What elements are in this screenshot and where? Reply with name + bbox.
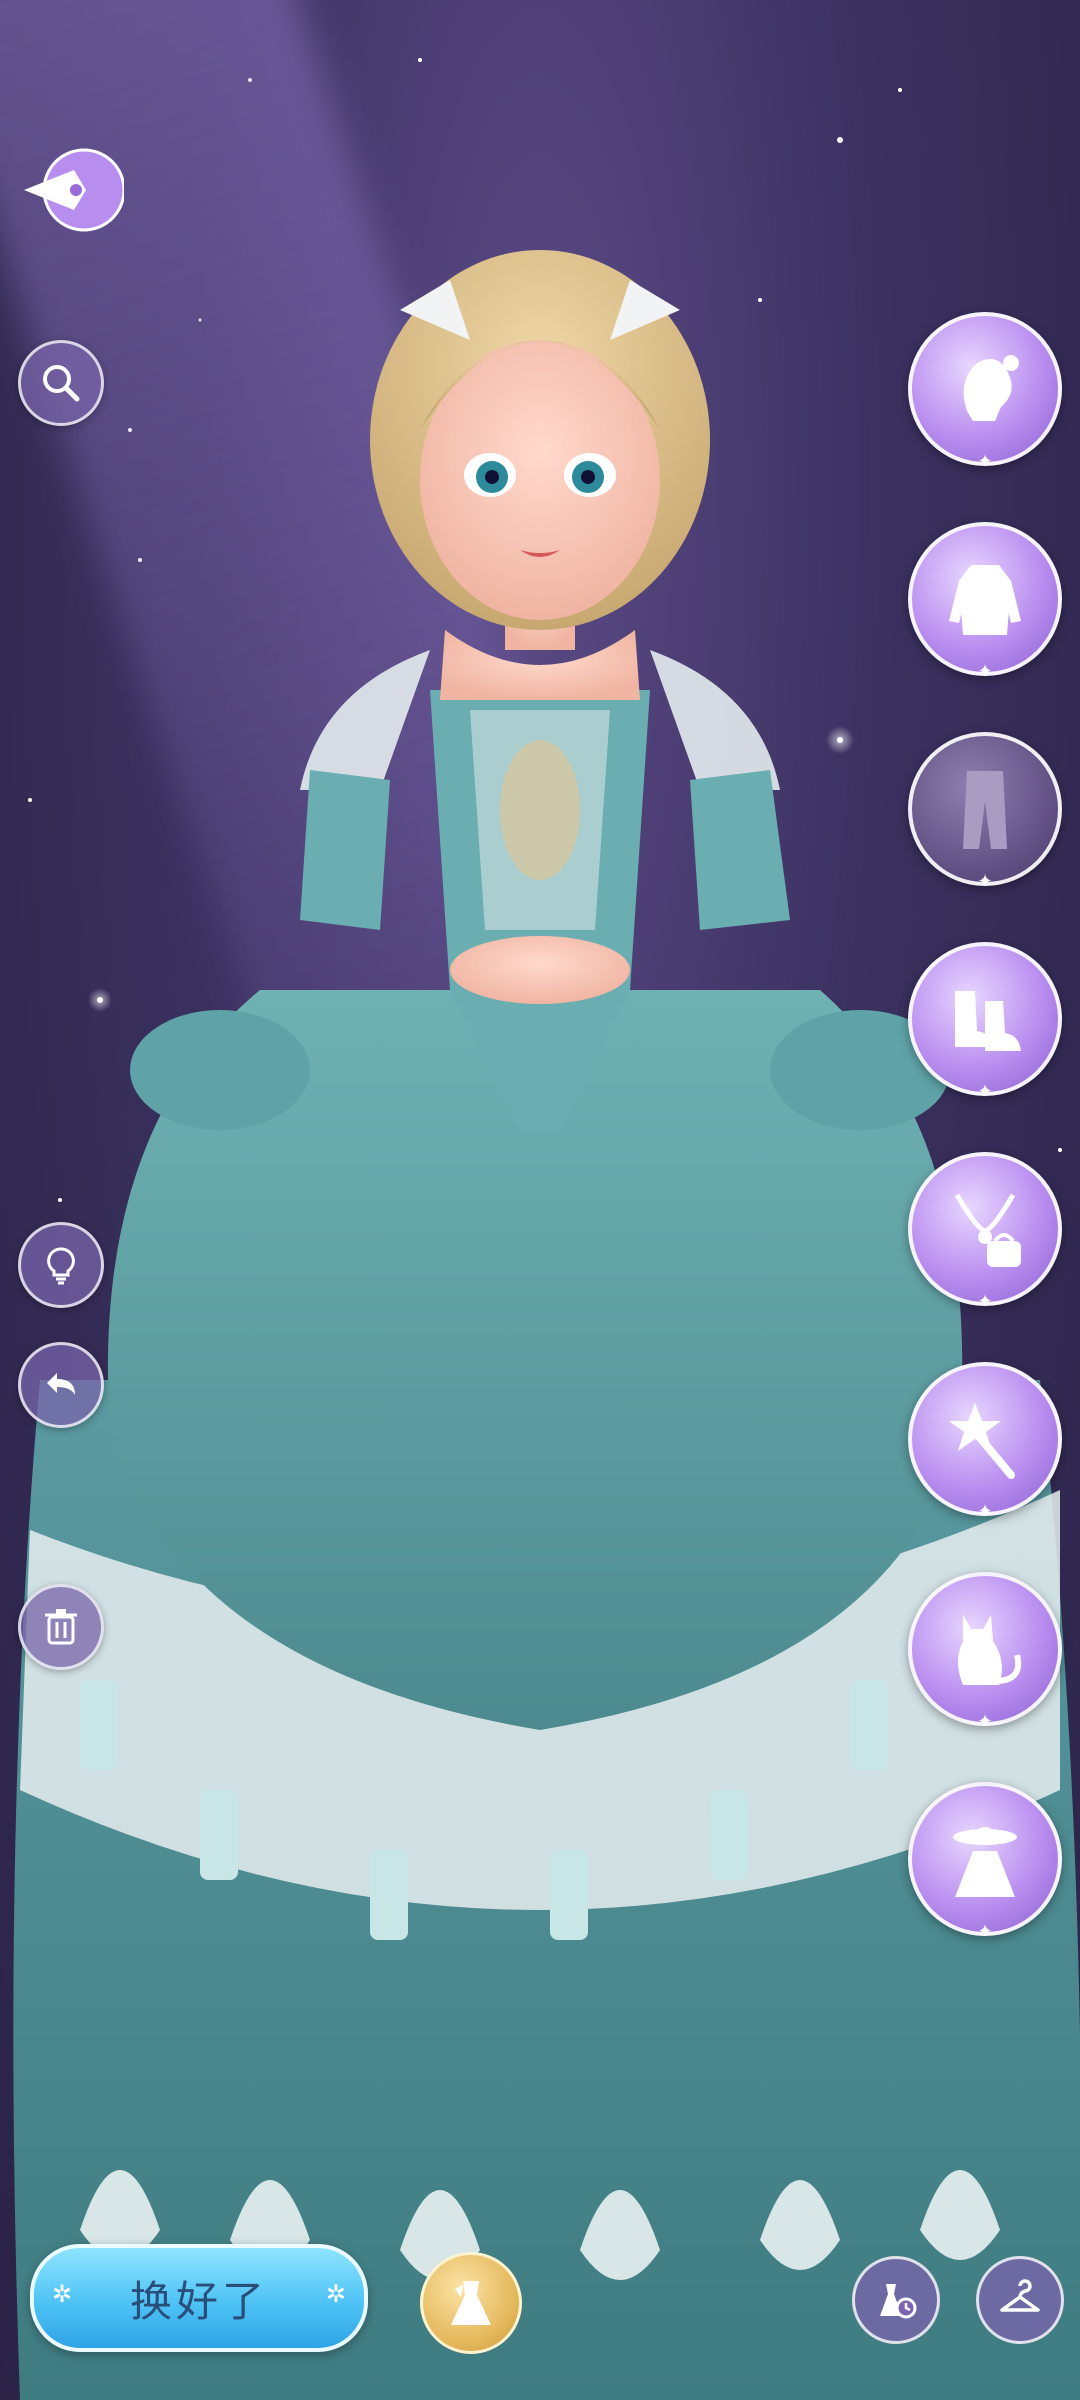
search-button[interactable]	[18, 340, 104, 426]
shoes-icon	[955, 991, 1021, 1051]
sparkle-icon: ✦	[977, 1921, 993, 1942]
category-pet[interactable]: ✦	[908, 1572, 1062, 1732]
done-button[interactable]: ✲ 换好了 ✲	[30, 2244, 368, 2352]
magic-wand-icon	[949, 1403, 1015, 1479]
accessories-icon	[954, 1193, 1021, 1267]
hairstyle-icon	[963, 355, 1019, 421]
sparkle-icon: ✦	[977, 1081, 993, 1102]
character-avatar	[13, 250, 1080, 2400]
category-top[interactable]: ✦	[908, 522, 1062, 682]
outfit-history-icon	[880, 2284, 917, 2319]
category-hairstyle[interactable]: ✦	[908, 312, 1062, 472]
search-icon	[43, 365, 80, 402]
dress-icon	[451, 2281, 491, 2325]
category-shoes[interactable]: ✦	[908, 942, 1062, 1102]
delete-button[interactable]	[18, 1584, 104, 1670]
cat-pet-icon	[958, 1615, 1022, 1685]
category-accessories[interactable]: ✦	[908, 1152, 1062, 1312]
sparkle-icon: ✦	[977, 1291, 993, 1312]
star-right-icon: ✲	[325, 2280, 346, 2308]
top-icon	[949, 565, 1021, 635]
back-pen-button[interactable]	[14, 145, 126, 235]
lightbulb-icon	[47, 1247, 75, 1285]
sparkle-icon: ✦	[977, 451, 993, 472]
sparkle-icon: ✦	[977, 871, 993, 892]
sparkle-icon: ✦	[977, 661, 993, 682]
pants-icon	[963, 771, 1007, 849]
category-pants[interactable]: ✦	[908, 732, 1062, 892]
sparkle-icon: ✦	[977, 1501, 993, 1522]
outfit-gold-button[interactable]	[420, 2252, 522, 2354]
done-button-label: 换好了	[129, 2276, 268, 2326]
undo-button[interactable]	[18, 1342, 104, 1428]
pen-back-icon	[24, 148, 126, 232]
trash-icon	[45, 1609, 77, 1645]
undo-icon	[47, 1373, 75, 1395]
hanger-icon	[1000, 2279, 1040, 2312]
category-outfit[interactable]: ✦	[908, 1782, 1062, 1942]
hanger-button[interactable]	[976, 2256, 1064, 2344]
hat-dress-icon	[953, 1827, 1017, 1897]
hint-button[interactable]	[18, 1222, 104, 1308]
category-magic[interactable]: ✦	[908, 1362, 1062, 1522]
sparkle-icon: ✦	[977, 1711, 993, 1732]
history-button[interactable]	[852, 2256, 940, 2344]
star-left-icon: ✲	[52, 2280, 73, 2308]
